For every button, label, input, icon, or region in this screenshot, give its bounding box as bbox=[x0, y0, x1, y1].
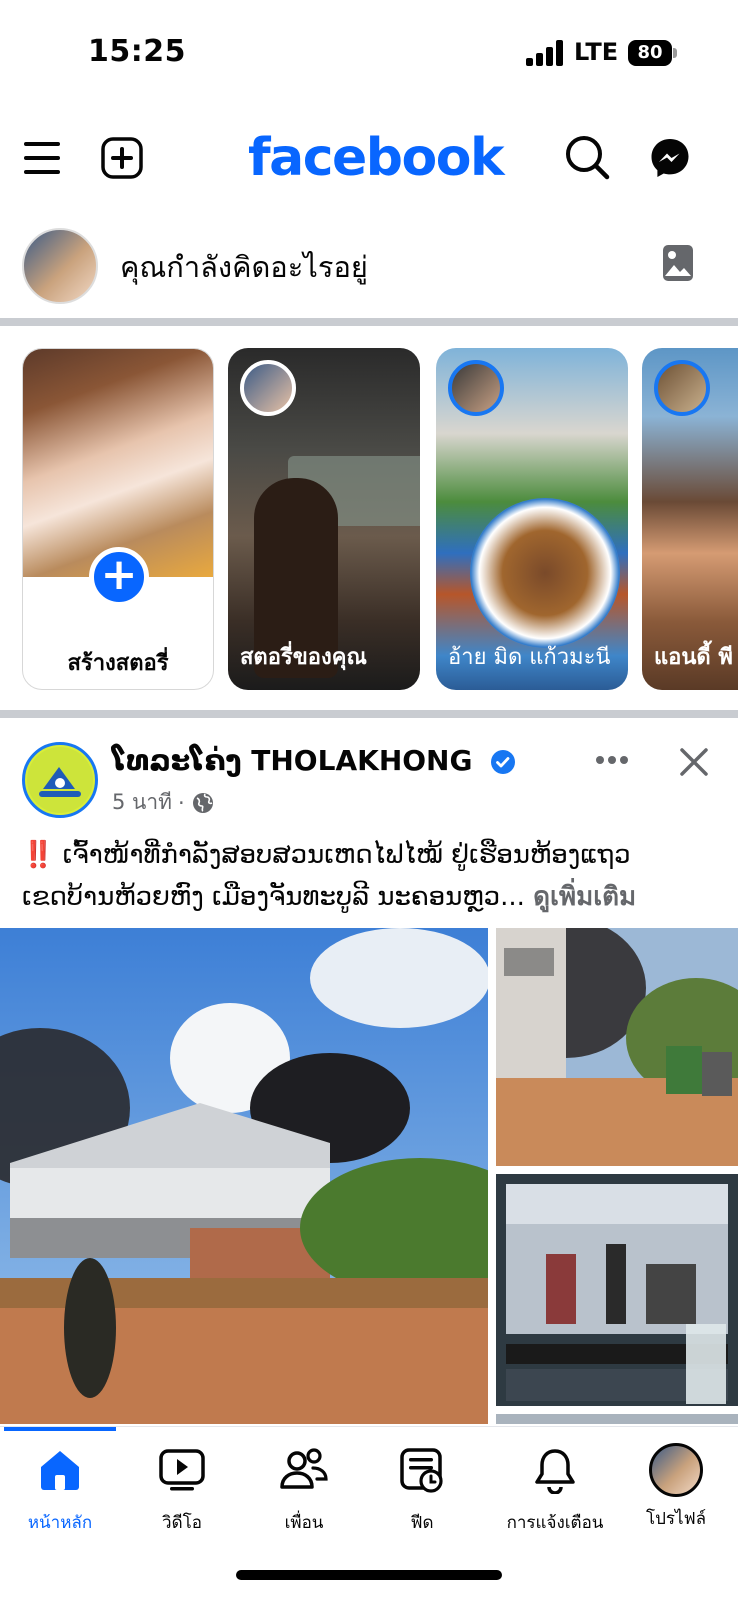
tab-label: การแจ้งเตือน bbox=[506, 1513, 604, 1533]
clock: 15:25 bbox=[88, 34, 186, 69]
story-friend[interactable]: แอนดี้ พี bbox=[642, 348, 738, 690]
tab-label: ฟีด bbox=[410, 1513, 434, 1533]
tab-profile[interactable]: โปรไฟล์ bbox=[616, 1443, 736, 1532]
post-photo-cctv[interactable] bbox=[496, 1174, 738, 1406]
profile-icon bbox=[616, 1443, 736, 1497]
food-plate-image bbox=[470, 498, 620, 648]
more-options-icon[interactable] bbox=[592, 744, 632, 776]
tab-label: โปรไฟล์ bbox=[645, 1509, 707, 1529]
stories-tray[interactable]: + สร้างสตอรี่ สตอรี่ของคุณ อ้าย มิด แก้ว… bbox=[0, 348, 738, 693]
globe-icon bbox=[192, 792, 213, 813]
story-label: สร้างสตอรี่ bbox=[67, 651, 169, 676]
network-type: LTE bbox=[574, 38, 619, 66]
tab-friends[interactable]: เพื่อน bbox=[244, 1445, 364, 1536]
active-tab-indicator bbox=[4, 1427, 116, 1431]
post-photo-main[interactable] bbox=[0, 928, 488, 1424]
battery-tip bbox=[673, 48, 677, 58]
section-divider bbox=[0, 710, 738, 718]
section-divider bbox=[0, 318, 738, 326]
feed-icon bbox=[362, 1445, 482, 1495]
status-bar: 15:25 LTE 80 bbox=[0, 0, 738, 110]
story-avatar bbox=[654, 360, 710, 416]
user-photo bbox=[23, 349, 213, 577]
profile-avatar bbox=[649, 1443, 703, 1497]
friends-icon bbox=[244, 1445, 364, 1495]
page-avatar[interactable] bbox=[22, 742, 98, 818]
post-photo[interactable] bbox=[496, 928, 738, 1166]
post-time[interactable]: 5 นาที bbox=[112, 786, 172, 819]
tab-feed[interactable]: ฟีด bbox=[362, 1445, 482, 1536]
battery-level: 80 bbox=[637, 42, 663, 63]
page-name-text[interactable]: ໂທລະໂຄ່ງ THOLAKHONG bbox=[112, 744, 472, 777]
user-avatar[interactable] bbox=[22, 228, 98, 304]
post-composer[interactable]: คุณกำลังคิดอะไรอยู่ bbox=[0, 222, 738, 312]
post-photo-more[interactable] bbox=[496, 1414, 738, 1424]
tab-home[interactable]: หน้าหลัก bbox=[0, 1445, 120, 1536]
post-media-grid[interactable] bbox=[0, 928, 738, 1424]
story-label: แอนดี้ พี bbox=[654, 645, 733, 670]
home-indicator bbox=[236, 1570, 502, 1580]
post-meta: 5 นาที · bbox=[112, 786, 215, 819]
battery-icon: 80 bbox=[628, 40, 672, 66]
search-icon[interactable] bbox=[562, 132, 612, 182]
story-create[interactable]: + สร้างสตอรี่ bbox=[22, 348, 214, 690]
post-text-line: ເຂດບ້ານຫ້ວຍຫົງ ເມືອງຈັນທະບູລີ ນະຄອນຫຼວ..… bbox=[22, 882, 525, 912]
story-label: สตอรี่ของคุณ bbox=[240, 645, 367, 670]
tab-label: เพื่อน bbox=[284, 1513, 324, 1533]
story-avatar bbox=[240, 360, 296, 416]
post-text-line: ‼️ ເຈົ້າໜ້າທີ່ກຳລັງສອບສວນເຫດໄຟໄໝ້ ຢູ່ເຮື… bbox=[22, 840, 631, 870]
tab-video[interactable]: วิดีโอ bbox=[122, 1445, 242, 1536]
post-header: ໂທລະໂຄ່ງ THOLAKHONG 5 นาที · bbox=[0, 730, 738, 830]
create-post-icon[interactable] bbox=[98, 134, 146, 182]
post-text[interactable]: ‼️ ເຈົ້າໜ້າທີ່ກຳລັງສອບສວນເຫດໄຟໄໝ້ ຢູ່ເຮື… bbox=[22, 834, 722, 918]
home-icon bbox=[0, 1445, 120, 1495]
verified-badge-icon bbox=[491, 750, 516, 774]
story-avatar bbox=[448, 360, 504, 416]
see-more-link[interactable]: ดูเพิ่มเติม bbox=[533, 882, 636, 912]
video-icon bbox=[122, 1445, 242, 1495]
menu-icon[interactable] bbox=[20, 136, 64, 180]
composer-placeholder[interactable]: คุณกำลังคิดอะไรอยู่ bbox=[120, 244, 368, 290]
photo-icon[interactable] bbox=[662, 244, 694, 286]
facebook-logo: facebook bbox=[248, 128, 505, 188]
story-own[interactable]: สตอรี่ของคุณ bbox=[228, 348, 420, 690]
hide-post-close-icon[interactable] bbox=[674, 742, 714, 782]
tab-notifications[interactable]: การแจ้งเตือน bbox=[492, 1445, 618, 1536]
story-friend[interactable]: อ้าย มิด แก้วมะนี bbox=[436, 348, 628, 690]
bell-icon bbox=[492, 1445, 618, 1495]
post-text-line-2: ເຂດບ້ານຫ້ວຍຫົງ ເມືອງຈັນທະບູລີ ນະຄອນຫຼວ..… bbox=[22, 876, 722, 918]
tab-label: วิดีโอ bbox=[162, 1513, 202, 1533]
tab-label: หน้าหลัก bbox=[27, 1513, 93, 1533]
story-label: อ้าย มิด แก้วมะนี bbox=[448, 645, 611, 670]
page-name[interactable]: ໂທລະໂຄ່ງ THOLAKHONG bbox=[112, 744, 516, 777]
meta-separator: · bbox=[178, 790, 185, 815]
signal-icon bbox=[526, 40, 566, 66]
add-story-icon[interactable]: + bbox=[89, 547, 149, 607]
messenger-icon[interactable] bbox=[646, 134, 694, 182]
